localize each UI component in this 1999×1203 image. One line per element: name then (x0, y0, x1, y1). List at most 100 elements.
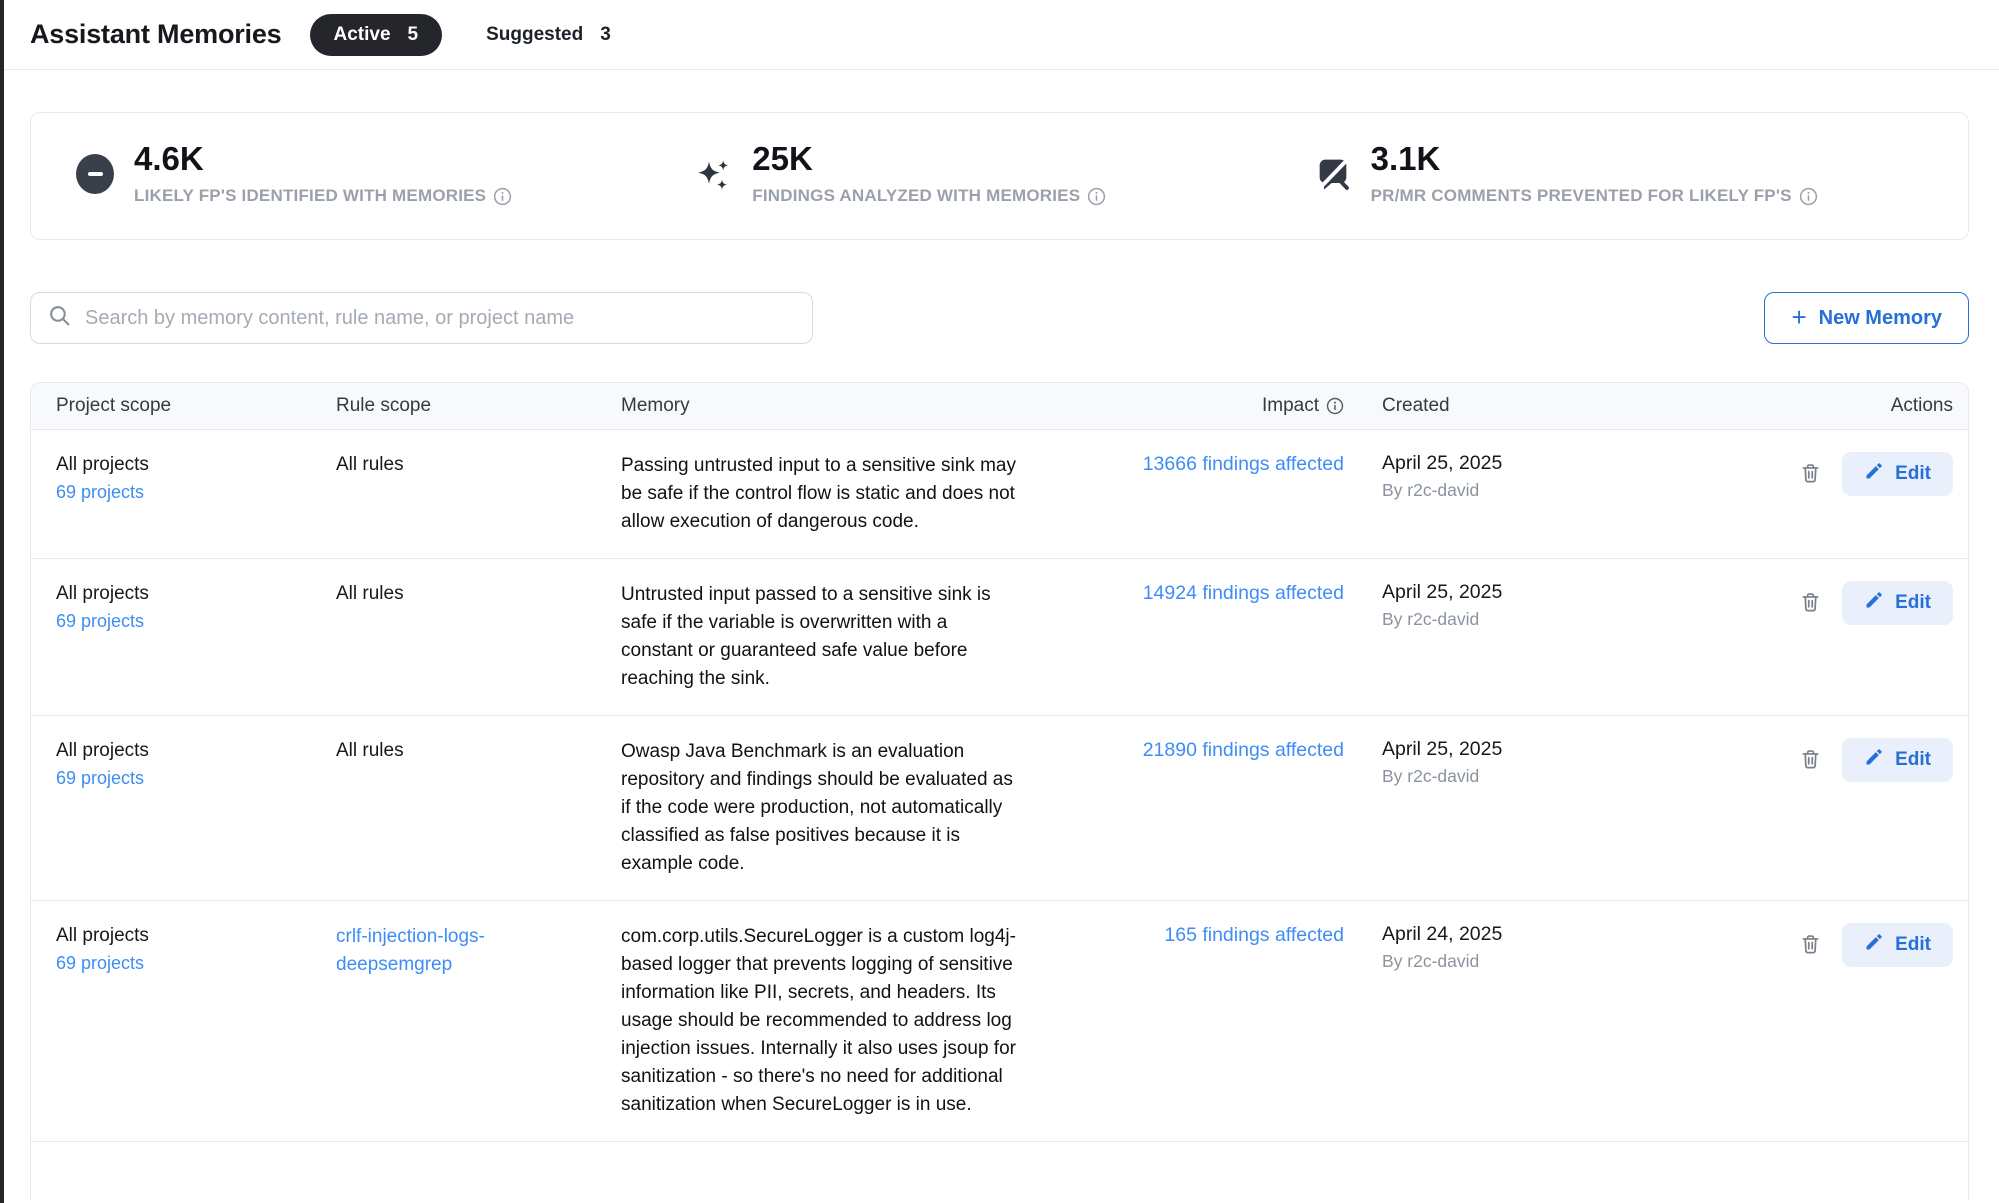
stat-value: 3.1K (1371, 138, 1818, 179)
stat-label: FINDINGS ANALYZED WITH MEMORIES (752, 186, 1080, 206)
project-scope-text: All projects (56, 452, 291, 478)
memories-table: Project scope Rule scope Memory Impact C… (30, 382, 1969, 1201)
edit-button[interactable]: Edit (1842, 738, 1953, 782)
edit-button[interactable]: Edit (1842, 452, 1953, 496)
tab-suggested[interactable]: Suggested 3 (472, 14, 625, 56)
cell-rule-scope: crlf-injection-logs-deepsemgrep (311, 901, 596, 1141)
new-memory-label: New Memory (1819, 307, 1942, 330)
cell-project-scope: All projects 69 projects (31, 559, 311, 715)
cell-memory: Owasp Java Benchmark is an evaluation re… (596, 716, 1086, 900)
minus-circle-icon (76, 154, 116, 194)
project-count-link[interactable]: 69 projects (56, 482, 144, 503)
created-date: April 25, 2025 (1382, 452, 1676, 475)
info-icon[interactable] (1326, 397, 1344, 415)
stat-value: 25K (752, 138, 1106, 179)
search-icon (47, 303, 85, 333)
cell-created: April 25, 2025 By r2c-david (1366, 716, 1696, 900)
cell-rule-scope: All rules (311, 716, 596, 900)
project-count-link[interactable]: 69 projects (56, 611, 144, 632)
created-date: April 24, 2025 (1382, 923, 1676, 946)
search-box[interactable] (30, 292, 813, 344)
left-edge-bar (0, 0, 4, 1203)
delete-button[interactable] (1795, 744, 1826, 778)
rule-scope-text: crlf-injection-logs-deepsemgrep (336, 923, 554, 978)
stat-label: LIKELY FP'S IDENTIFIED WITH MEMORIES (134, 186, 486, 206)
impact-link[interactable]: 165 findings affected (1164, 923, 1344, 948)
trash-icon (1799, 759, 1822, 774)
col-header-project-scope: Project scope (31, 395, 311, 417)
cell-memory: Passing untrusted input to a sensitive s… (596, 430, 1086, 558)
stat-value: 4.6K (134, 138, 512, 179)
delete-button[interactable] (1795, 929, 1826, 963)
info-icon[interactable] (1087, 187, 1106, 206)
table-row: All projects 69 projects All rules Passi… (31, 429, 1968, 558)
cell-project-scope: All projects 69 projects (31, 901, 311, 1141)
rule-scope-text: All rules (336, 581, 554, 607)
col-header-actions: Actions (1696, 395, 1968, 417)
project-scope-text: All projects (56, 923, 291, 949)
cell-impact: 21890 findings affected (1086, 716, 1366, 900)
info-icon[interactable] (1799, 187, 1818, 206)
partial-next-row (31, 1141, 1968, 1201)
project-count-link[interactable]: 69 projects (56, 953, 144, 974)
created-by: By r2c-david (1382, 609, 1676, 630)
trash-icon (1799, 944, 1822, 959)
delete-button[interactable] (1795, 458, 1826, 492)
cell-rule-scope: All rules (311, 559, 596, 715)
edit-label: Edit (1895, 749, 1931, 771)
cell-impact: 14924 findings affected (1086, 559, 1366, 715)
table-header-row: Project scope Rule scope Memory Impact C… (31, 383, 1968, 429)
impact-link[interactable]: 13666 findings affected (1143, 452, 1344, 477)
delete-button[interactable] (1795, 587, 1826, 621)
edit-label: Edit (1895, 463, 1931, 485)
page-header: Assistant Memories Active 5 Suggested 3 (0, 0, 1999, 70)
tab-active[interactable]: Active 5 (310, 14, 443, 56)
project-scope-text: All projects (56, 581, 291, 607)
created-date: April 25, 2025 (1382, 738, 1676, 761)
stats-panel: 4.6K LIKELY FP'S IDENTIFIED WITH MEMORIE… (30, 112, 1969, 240)
table-row: All projects 69 projects All rules Owasp… (31, 715, 1968, 900)
cell-actions: Edit (1696, 901, 1968, 1141)
edit-button[interactable]: Edit (1842, 581, 1953, 625)
comment-off-icon (1313, 154, 1353, 201)
project-count-link[interactable]: 69 projects (56, 768, 144, 789)
page-title: Assistant Memories (30, 19, 282, 50)
search-input[interactable] (85, 307, 796, 330)
cell-actions: Edit (1696, 430, 1968, 558)
trash-icon (1799, 473, 1822, 488)
table-row: All projects 69 projects All rules Untru… (31, 558, 1968, 715)
cell-created: April 24, 2025 By r2c-david (1366, 901, 1696, 1141)
pencil-icon (1864, 932, 1884, 958)
new-memory-button[interactable]: + New Memory (1764, 292, 1969, 344)
impact-link[interactable]: 14924 findings affected (1143, 581, 1344, 606)
cell-rule-scope: All rules (311, 430, 596, 558)
cell-memory: Untrusted input passed to a sensitive si… (596, 559, 1086, 715)
info-icon[interactable] (493, 187, 512, 206)
edit-button[interactable]: Edit (1842, 923, 1953, 967)
tab-suggested-count: 3 (600, 24, 611, 46)
impact-link[interactable]: 21890 findings affected (1143, 738, 1344, 763)
memory-text: Passing untrusted input to a sensitive s… (621, 452, 1019, 536)
created-by: By r2c-david (1382, 951, 1676, 972)
cell-created: April 25, 2025 By r2c-david (1366, 430, 1696, 558)
edit-label: Edit (1895, 592, 1931, 614)
pencil-icon (1864, 747, 1884, 773)
tab-active-label: Active (334, 24, 391, 46)
toolbar: + New Memory (30, 292, 1969, 344)
rule-scope-text: All rules (336, 738, 554, 764)
cell-project-scope: All projects 69 projects (31, 430, 311, 558)
stat-likely-fps: 4.6K LIKELY FP'S IDENTIFIED WITH MEMORIE… (76, 138, 694, 239)
cell-created: April 25, 2025 By r2c-david (1366, 559, 1696, 715)
edit-label: Edit (1895, 934, 1931, 956)
table-body: All projects 69 projects All rules Passi… (31, 429, 1968, 1141)
stat-findings-analyzed: 25K FINDINGS ANALYZED WITH MEMORIES (694, 138, 1312, 239)
created-date: April 25, 2025 (1382, 581, 1676, 604)
created-by: By r2c-david (1382, 766, 1676, 787)
cell-project-scope: All projects 69 projects (31, 716, 311, 900)
cell-memory: com.corp.utils.SecureLogger is a custom … (596, 901, 1086, 1141)
stat-label: PR/MR COMMENTS PREVENTED FOR LIKELY FP'S (1371, 186, 1792, 206)
memory-text: Owasp Java Benchmark is an evaluation re… (621, 738, 1019, 878)
pencil-icon (1864, 590, 1884, 616)
cell-actions: Edit (1696, 559, 1968, 715)
tab-suggested-label: Suggested (486, 24, 583, 46)
